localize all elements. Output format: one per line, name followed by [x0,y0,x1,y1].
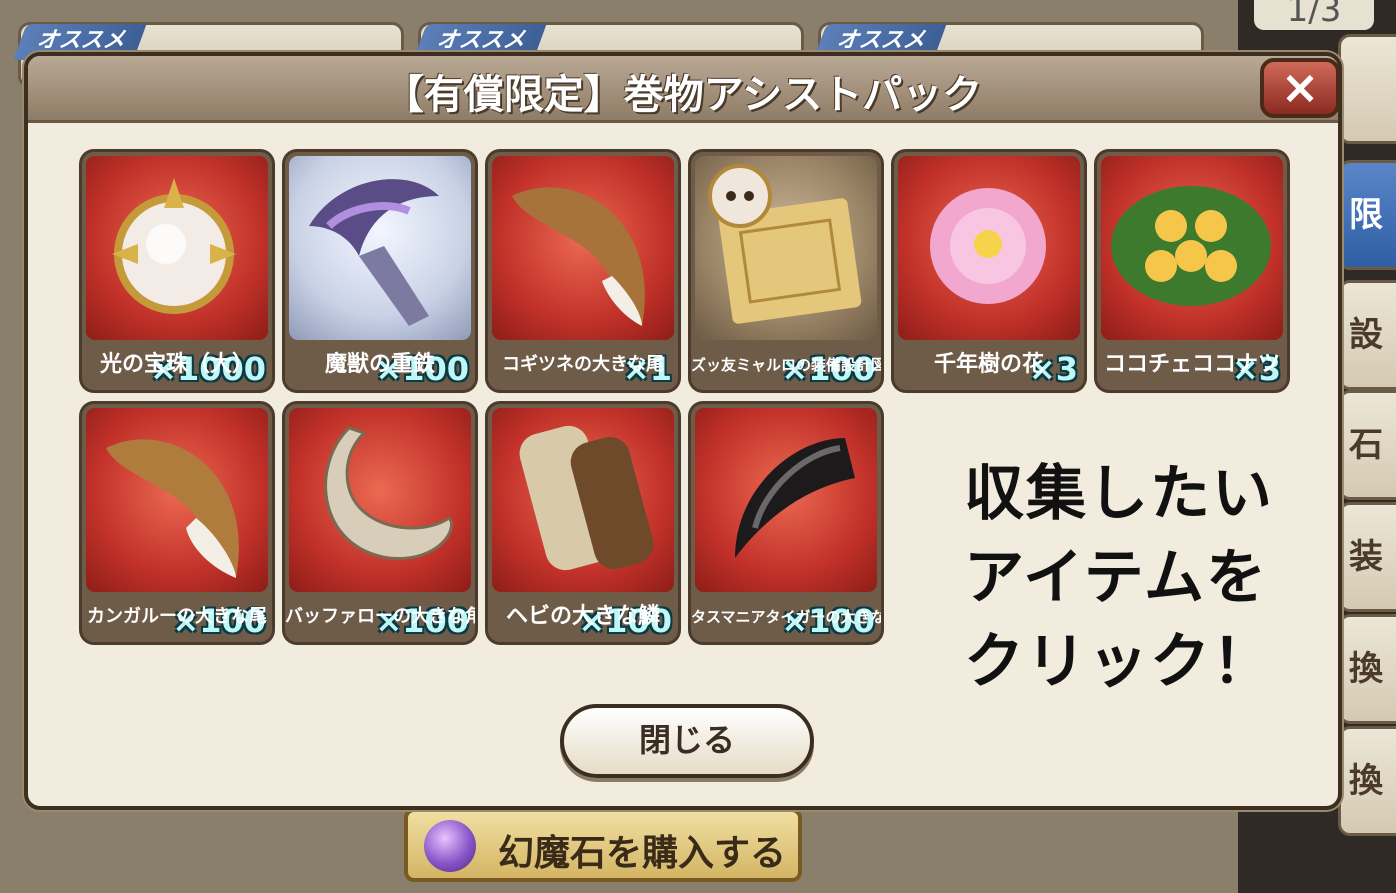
close-button[interactable]: 閉じる [560,704,814,778]
item-tile[interactable]: ×1 コギツネの大きな尾 [488,152,678,390]
item-tile[interactable]: ×100 ズッ友ミャルロの装備設計図 [691,152,881,390]
scale-icon [492,408,674,592]
flower-icon [898,156,1080,340]
item-tile[interactable]: ×100 バッファローの大きな角 [285,404,475,642]
buy-stone-label: 幻魔石を購入する [498,833,787,874]
horn-icon [289,408,471,592]
orb-icon [86,156,268,340]
item-tile[interactable]: ×100 タスマニアタイガーの大きな爪 [691,404,881,642]
item-label: ズッ友ミャルロの装備設計図 [691,356,881,374]
item-label: カンガルーの大きな尾 [87,606,267,627]
item-label: 魔獣の重鉄 [324,352,435,377]
side-button-stone[interactable]: 石 [1338,390,1396,500]
assist-pack-dialog: 【有償限定】巻物アシストパック × ×1000 光の宝珠（大） ×100 魔獣の… [24,52,1342,810]
kangaroo-tail-icon [86,408,268,592]
item-tile[interactable]: ×1000 光の宝珠（大） [82,152,272,390]
item-label: 光の宝珠（大） [99,352,254,377]
yellow-flower-icon [1101,156,1283,340]
dialog-title: 【有償限定】巻物アシストパック [383,72,983,118]
claw-iron-icon [289,156,471,340]
item-tile[interactable]: ×100 魔獣の重鉄 [285,152,475,390]
buy-stone-button[interactable]: 幻魔石を購入する [404,808,802,882]
item-label: ココチェココナツ [1103,352,1280,377]
item-label: 千年樹の花 [933,352,1044,377]
side-button-limited[interactable]: 限定 [1338,160,1396,270]
side-button-facility[interactable]: 設 [1338,280,1396,390]
page-indicator: 1/3 [1254,0,1374,30]
fox-tail-icon [492,156,674,340]
side-button-exchange-2[interactable]: 換 [1338,726,1396,836]
item-label: コギツネの大きな尾 [502,354,664,375]
close-icon[interactable]: × [1260,58,1340,118]
dialog-header: 【有償限定】巻物アシストパック [28,56,1338,123]
side-button-top[interactable] [1338,34,1396,144]
note-line: クリック！ [964,627,1274,697]
note-line: アイテムを [964,543,1268,613]
magic-stone-icon [424,820,476,872]
blueprint-icon [695,156,877,340]
item-tile[interactable]: ×100 ヘビの大きな鱗 [488,404,678,642]
item-label: バッファローの大きな角 [285,606,475,627]
item-tile[interactable]: ×3 ココチェココナツ [1097,152,1287,390]
note-line: 収集したい [964,459,1274,529]
side-button-exchange[interactable]: 換 [1338,614,1396,724]
item-label: タスマニアタイガーの大きな爪 [691,608,881,626]
item-tile[interactable]: ×100 カンガルーの大きな尾 [82,404,272,642]
claw-icon [695,408,877,592]
instruction-note: 収集したい アイテムを クリック！ [964,452,1274,704]
item-label: ヘビの大きな鱗 [505,604,660,629]
item-tile[interactable]: ×3 千年樹の花 [894,152,1084,390]
side-button-equip[interactable]: 装 [1338,502,1396,612]
